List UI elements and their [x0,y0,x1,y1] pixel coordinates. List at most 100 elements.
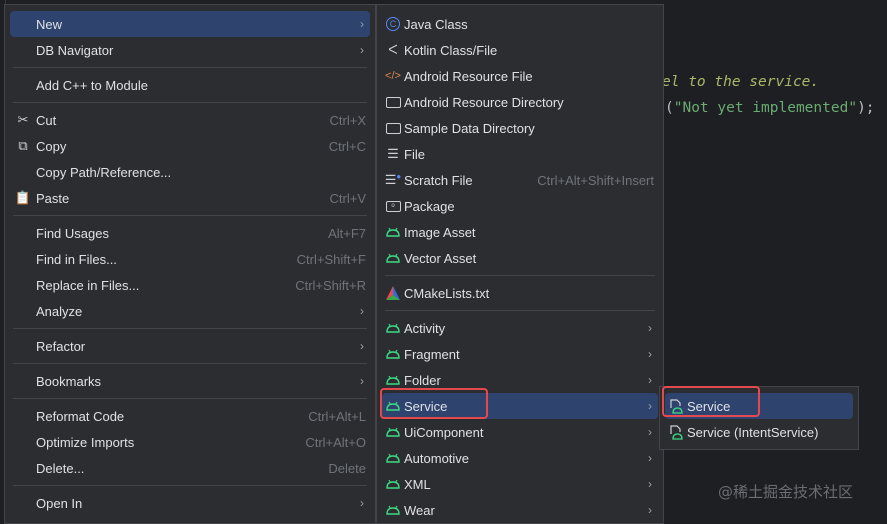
menu-item-label: Wear [404,502,435,518]
menu-item-label: Folder [404,372,441,388]
android-icon [382,453,404,463]
menu-item-label: New [36,16,63,32]
cmake-icon [382,286,404,300]
menu-separator [10,481,370,490]
menu-item-label: Copy Path/Reference... [36,164,172,180]
menu-item-label: Cut [36,112,57,128]
menu-item-copy-path-reference[interactable]: Copy Path/Reference... [10,159,370,185]
menu-item-replace-in-files[interactable]: Replace in Files... Ctrl+Shift+R [10,272,370,298]
shortcut-label: Ctrl+V [329,190,366,206]
folder-icon [382,96,404,108]
menu-item-db-navigator[interactable]: DB Navigator › [10,37,370,63]
menu-item-label: CMakeLists.txt [404,285,490,301]
menu-item-find-usages[interactable]: Find Usages Alt+F7 [10,220,370,246]
menu-item-label: File [404,146,425,162]
menu-item-activity[interactable]: Activity › [382,315,658,341]
menu-item-image-asset[interactable]: Image Asset [382,219,658,245]
android-icon [382,227,404,237]
menu-item-kotlin-class-file[interactable]: ᐸ Kotlin Class/File [382,37,658,63]
menu-item-label: Sample Data Directory [404,120,535,136]
menu-item-sample-data-directory[interactable]: Sample Data Directory [382,115,658,141]
menu-item-paste[interactable]: 📋 Paste Ctrl+V [10,185,370,211]
menu-item-label: Copy [36,138,67,154]
chevron-right-icon: › [648,477,652,491]
menu-item-android-resource-directory[interactable]: Android Resource Directory [382,89,658,115]
menu-item-label: Replace in Files... [36,277,140,293]
menu-item-cmakelists-txt[interactable]: CMakeLists.txt [382,280,658,306]
chevron-right-icon: › [648,425,652,439]
menu-item-xml[interactable]: XML › [382,471,658,497]
menu-item-label: Scratch File [404,172,473,188]
menu-item-label: Image Asset [404,224,476,240]
menu-separator [10,211,370,220]
menu-item-uicomponent[interactable]: UiComponent › [382,419,658,445]
menu-item-label: Open In [36,495,83,511]
chevron-right-icon: › [360,496,364,510]
new-submenu: C Java Class ᐸ Kotlin Class/File </> Android … [376,4,664,524]
menu-item-label: Find Usages [36,225,109,241]
menu-separator [10,63,370,72]
java-class-icon: C [382,17,404,31]
menu-item-label: Service (IntentService) [687,424,819,440]
menu-item-label: Automotive [404,450,470,466]
package-icon: o [382,200,404,212]
menu-item-bookmarks[interactable]: Bookmarks › [10,368,370,394]
menu-item-cut[interactable]: ✂ Cut Ctrl+X [10,107,370,133]
code-paren: ( [665,100,674,116]
menu-item-add-c-to-module[interactable]: Add C++ to Module [10,72,370,98]
kotlin-icon: ᐸ [388,42,398,57]
chevron-right-icon: › [648,399,652,413]
xml-code-icon: </> [385,70,401,82]
android-icon [382,427,404,437]
menu-item-service-intentservice[interactable]: Service (IntentService) [665,419,853,445]
menu-separator [10,98,370,107]
menu-item-label: Package [404,198,455,214]
menu-item-optimize-imports[interactable]: Optimize Imports Ctrl+Alt+O [10,429,370,455]
menu-item-android-resource-file[interactable]: </> Android Resource File [382,63,658,89]
shortcut-label: Ctrl+Alt+Shift+Insert [537,172,654,188]
code-comment: el to the service. [662,74,820,90]
menu-separator [10,359,370,368]
menu-item-java-class[interactable]: C Java Class [382,11,658,37]
shortcut-label: Ctrl+Shift+R [295,277,366,293]
menu-item-copy[interactable]: ⧉ Copy Ctrl+C [10,133,370,159]
menu-item-label: Optimize Imports [36,434,135,450]
context-menu: New › DB Navigator › Add C++ to Module ✂ Cut Ct… [4,4,376,524]
chevron-right-icon: › [360,304,364,318]
menu-item-label: Android Resource Directory [404,94,564,110]
file-icon: ☰ [387,146,399,161]
menu-item-label: Find in Files... [36,251,117,267]
menu-item-open-in[interactable]: Open In › [10,490,370,516]
menu-item-label: Analyze [36,303,83,319]
chevron-right-icon: › [648,451,652,465]
menu-item-find-in-files[interactable]: Find in Files... Ctrl+Shift+F [10,246,370,272]
code-line: ("Not yet implemented"); [665,100,875,116]
android-icon [382,349,404,359]
menu-item-scratch-file[interactable]: ☰● Scratch File Ctrl+Alt+Shift+Insert [382,167,658,193]
menu-item-label: Reformat Code [36,408,125,424]
scissors-icon: ✂ [17,112,29,127]
menu-item-package[interactable]: o Package [382,193,658,219]
menu-item-label: Bookmarks [36,373,102,389]
menu-separator [10,394,370,403]
chevron-right-icon: › [648,373,652,387]
menu-item-fragment[interactable]: Fragment › [382,341,658,367]
android-service-icon [665,424,687,440]
menu-item-file[interactable]: ☰ File [382,141,658,167]
menu-item-automotive[interactable]: Automotive › [382,445,658,471]
menu-item-wear[interactable]: Wear › [382,497,658,523]
shortcut-label: Ctrl+Alt+O [305,434,366,450]
menu-item-reformat-code[interactable]: Reformat Code Ctrl+Alt+L [10,403,370,429]
menu-item-label: Paste [36,190,70,206]
android-icon [382,323,404,333]
menu-item-refactor[interactable]: Refactor › [10,333,370,359]
menu-item-label: Kotlin Class/File [404,42,498,58]
menu-item-new[interactable]: New › [10,11,370,37]
menu-separator [382,306,658,315]
menu-item-delete[interactable]: Delete... Delete [10,455,370,481]
chevron-right-icon: › [360,17,364,31]
menu-item-label: UiComponent [404,424,484,440]
menu-item-analyze[interactable]: Analyze › [10,298,370,324]
highlight-box-service [380,388,488,419]
menu-item-vector-asset[interactable]: Vector Asset [382,245,658,271]
